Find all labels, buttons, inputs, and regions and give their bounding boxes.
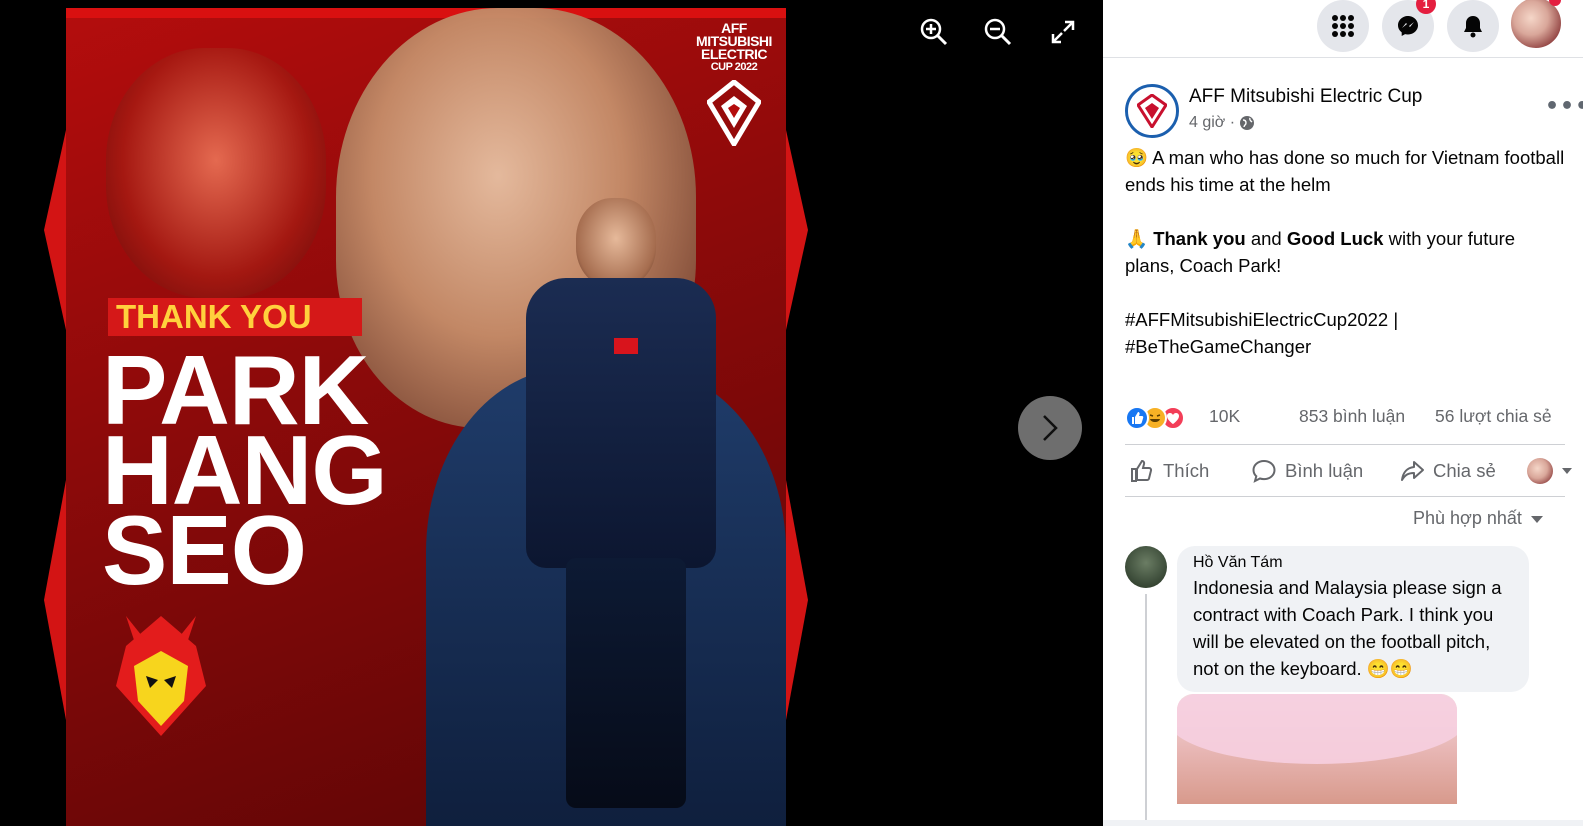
thank-you-text: THANK YOU [116,298,312,335]
hashtag-line-2[interactable]: #BeTheGameChanger [1125,333,1565,360]
reaction-icons[interactable] [1125,406,1205,430]
hashtag-line-1[interactable]: #AFFMitsubishiElectricCup2022 | [1125,306,1565,333]
comment-bubble: Hồ Văn Tám Indonesia and Malaysia please… [1177,546,1529,692]
post-actions: Thích Bình luận Chia sẻ [1125,452,1572,496]
notifications-bell-icon[interactable] [1447,0,1499,52]
messenger-icon[interactable]: 1 [1382,0,1436,52]
post-time-text: 4 giờ · [1189,114,1236,131]
comment-attached-image[interactable] [1177,694,1457,804]
poster-top-stripe [66,8,786,18]
sort-label: Phù hợp nhất [1413,508,1522,528]
comment-thread-line [1145,594,1147,826]
fullscreen-icon[interactable] [1045,14,1081,50]
coach-legs [566,558,686,808]
caret-down-icon [1530,515,1543,523]
zoom-in-icon[interactable] [916,14,952,50]
poster-right-wedge-bottom [786,480,808,720]
apps-grid-icon[interactable] [1317,0,1369,52]
comment-button[interactable]: Bình luận [1251,458,1363,484]
thumbs-up-icon [1131,459,1153,482]
share-count[interactable]: 56 lượt chia sẻ [1435,406,1552,427]
vietnam-flag-patch [614,338,638,354]
comment-label: Bình luận [1285,460,1364,481]
poster-left-wedge-bottom [44,480,66,720]
divider-top [1125,444,1565,445]
divider-bottom [1125,496,1565,497]
zoom-out-icon[interactable] [980,14,1016,50]
caret-down-icon [1562,468,1572,474]
dragon-mascot-icon [116,616,206,736]
next-comment-edge [1103,820,1583,826]
coach-portrait-left [106,48,326,298]
coach-torso [526,278,716,568]
reaction-summary: 10K 853 bình luận 56 lượt chia sẻ [1125,404,1565,432]
post-timestamp[interactable]: 4 giờ · [1189,114,1255,132]
more-options-icon[interactable]: ••• [1545,94,1583,119]
page-name-link[interactable]: AFF Mitsubishi Electric Cup [1189,86,1422,108]
aff-cup-logo: AFF MITSUBISHI ELECTRIC CUP 2022 [686,21,782,149]
comment-text: Indonesia and Malaysia please sign a con… [1193,577,1502,679]
comment-count[interactable]: 853 bình luận [1299,406,1405,427]
post-sidebar: 1 AFF Mitsubishi Electric Cup 4 giờ · ••… [1103,0,1583,826]
post-header: AFF Mitsubishi Electric Cup 4 giờ · ••• [1125,84,1583,140]
comment-author[interactable]: Hồ Văn Tám [1193,554,1513,572]
like-label: Thích [1163,460,1210,481]
react-as-selector[interactable] [1527,458,1573,484]
comment-bubble-icon [1252,459,1276,483]
post-paragraph-1: 🥹 A man who has done so much for Vietnam… [1125,147,1565,195]
like-button[interactable]: Thích [1129,458,1209,484]
poster-left-wedge-top [44,130,66,330]
poster-right-wedge-top [786,130,808,330]
globe-icon [1240,116,1255,130]
logo-line3: ELECTRIC [701,46,768,62]
chevron-right-icon [1043,415,1058,441]
post-paragraph-2: 🙏 Thank you and Good Luck with your futu… [1125,225,1565,279]
image-hood-shape [1177,694,1457,764]
coach-full-figure [506,198,736,818]
pray-emoji: 🙏 [1125,228,1154,249]
account-avatar[interactable] [1509,0,1563,50]
poster-image: AFF MITSUBISHI ELECTRIC CUP 2022 THANK Y… [66,8,786,826]
share-arrow-icon [1401,461,1424,481]
aff-emblem-icon [1137,94,1167,128]
reaction-count[interactable]: 10K [1209,406,1240,427]
p2-mid-text: and [1245,228,1287,249]
photo-viewer: AFF MITSUBISHI ELECTRIC CUP 2022 THANK Y… [0,0,1103,826]
name-line-seo: SEO [102,495,307,605]
bold-good-luck: Good Luck [1286,228,1384,249]
comment-sort-dropdown[interactable]: Phù hợp nhất [1413,508,1544,529]
next-photo-button[interactable] [1018,396,1082,460]
coach-head [576,198,656,288]
messenger-badge: 1 [1416,0,1436,14]
mini-avatar [1527,458,1553,484]
post-body: 🥹 A man who has done so much for Vietnam… [1125,144,1565,360]
bold-thank-you: Thank you [1153,228,1246,249]
aff-emblem-icon [705,78,763,149]
page-avatar[interactable] [1125,84,1179,138]
like-reaction-icon [1125,406,1149,430]
commenter-avatar[interactable] [1125,546,1167,588]
share-button[interactable]: Chia sẻ [1399,458,1496,484]
share-label: Chia sẻ [1433,460,1496,481]
top-navigation-bar: 1 [1103,0,1583,58]
logo-line4: CUP 2022 [710,61,758,73]
